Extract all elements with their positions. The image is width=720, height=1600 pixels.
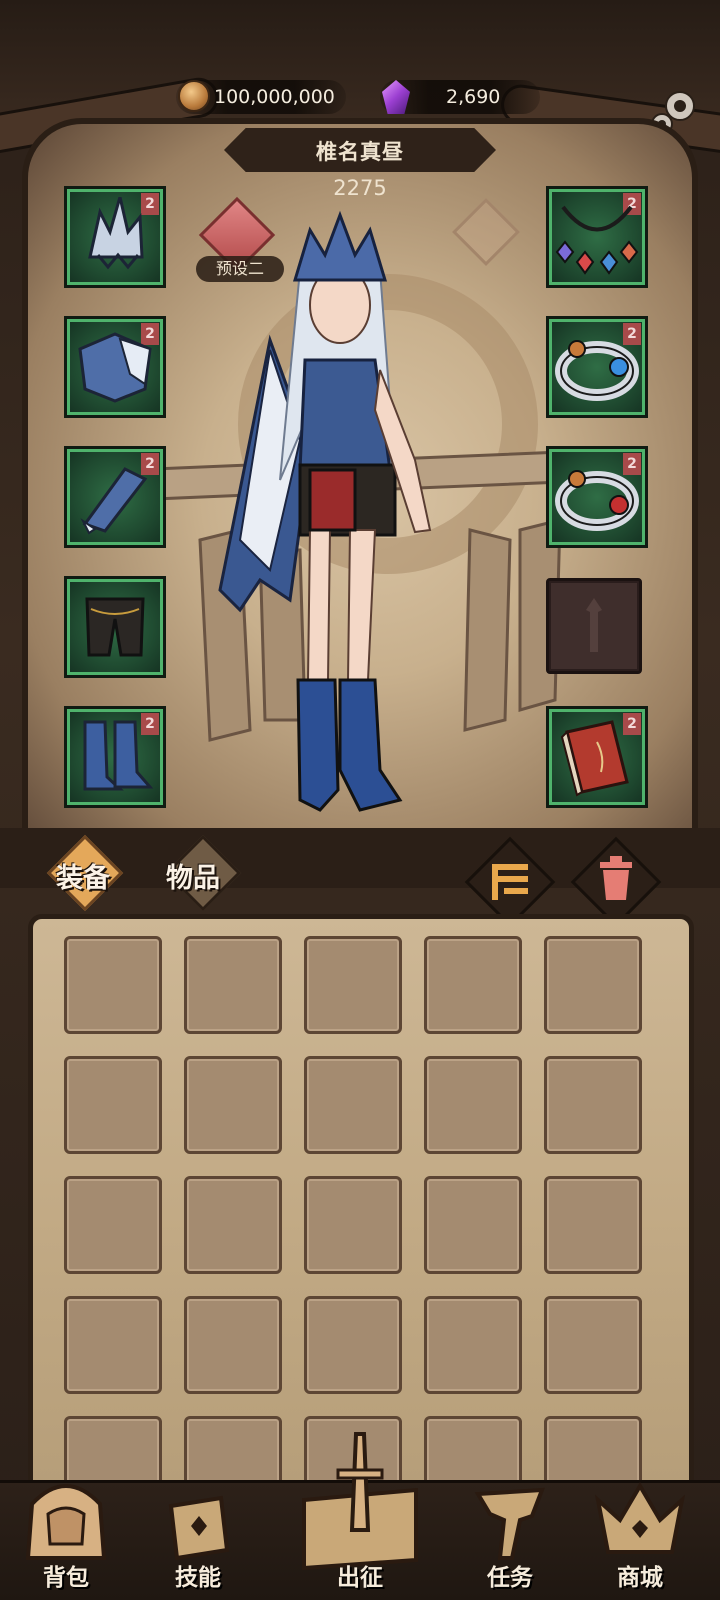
gauntlet-icon bbox=[80, 467, 148, 535]
gem-display[interactable]: 2,690 bbox=[380, 80, 540, 114]
inventory-slot[interactable] bbox=[64, 1296, 162, 1394]
inventory-slot[interactable] bbox=[544, 1296, 642, 1394]
inventory-slot[interactable] bbox=[184, 1296, 282, 1394]
shoulder-armor-icon bbox=[78, 332, 152, 403]
inventory-slot[interactable] bbox=[544, 936, 642, 1034]
skill-book-icon bbox=[168, 1495, 230, 1561]
backpack-icon bbox=[25, 1484, 107, 1560]
spellbook-icon bbox=[560, 720, 629, 797]
purple-gem-icon bbox=[382, 80, 410, 114]
nav-expedition[interactable]: 出征 bbox=[298, 1432, 422, 1600]
boots-icon bbox=[83, 720, 154, 791]
nav-backpack[interactable]: 背包 bbox=[6, 1480, 126, 1600]
inventory-slot[interactable] bbox=[304, 1056, 402, 1154]
nav-quests[interactable]: 任务 bbox=[450, 1480, 570, 1600]
armor-slot[interactable]: 2 bbox=[64, 316, 166, 418]
inventory-slot[interactable] bbox=[544, 1176, 642, 1274]
inventory-slot[interactable] bbox=[304, 936, 402, 1034]
nav-label: 任务 bbox=[487, 1565, 533, 1591]
character-name: 椎名真昼 bbox=[316, 140, 404, 164]
inventory-slot[interactable] bbox=[184, 1056, 282, 1154]
nav-skills[interactable]: 技能 bbox=[138, 1480, 258, 1600]
shop-crown-icon bbox=[594, 1482, 686, 1554]
tab-equipment[interactable]: 装备 bbox=[56, 856, 110, 895]
crown-helmet-icon bbox=[88, 197, 144, 270]
pants-icon bbox=[85, 597, 145, 657]
gem-amount: 2,690 bbox=[446, 86, 501, 108]
inventory-slot[interactable] bbox=[64, 1176, 162, 1274]
book-slot[interactable]: 2 bbox=[546, 706, 648, 808]
boots-slot[interactable]: 2 bbox=[64, 706, 166, 808]
inventory-slot[interactable] bbox=[544, 1056, 642, 1154]
gold-display[interactable]: 100,000,000 bbox=[176, 80, 346, 114]
nav-label: 背包 bbox=[43, 1565, 89, 1591]
ring-slot-2[interactable]: 2 bbox=[546, 446, 648, 548]
inventory-slot[interactable] bbox=[424, 1296, 522, 1394]
necklace-icon bbox=[555, 205, 639, 275]
nav-label: 出征 bbox=[337, 1565, 383, 1591]
inventory-slot[interactable] bbox=[424, 1176, 522, 1274]
inventory-slot[interactable] bbox=[424, 936, 522, 1034]
nav-label: 商城 bbox=[617, 1565, 663, 1591]
map-sword-icon bbox=[302, 1432, 418, 1570]
ring-icon bbox=[555, 340, 639, 401]
inventory-slot[interactable] bbox=[184, 936, 282, 1034]
inventory-slot[interactable] bbox=[64, 936, 162, 1034]
necklace-slot[interactable]: 2 bbox=[546, 186, 648, 288]
gold-coin-icon bbox=[178, 80, 210, 112]
pants-slot[interactable] bbox=[64, 576, 166, 678]
gloves-slot[interactable]: 2 bbox=[64, 446, 166, 548]
game-screen: 100,000,000 2,690 椎名真昼 2275 预设二 2 2 2 2 … bbox=[0, 0, 720, 1600]
inventory-slot[interactable] bbox=[304, 1296, 402, 1394]
helmet-slot[interactable]: 2 bbox=[64, 186, 166, 288]
empty-slot-icon bbox=[586, 598, 602, 652]
empty-equipment-slot[interactable] bbox=[546, 578, 642, 674]
inventory-slot[interactable] bbox=[304, 1176, 402, 1274]
sort-icon bbox=[492, 864, 528, 900]
nav-label: 技能 bbox=[175, 1565, 221, 1591]
inventory-slot[interactable] bbox=[424, 1056, 522, 1154]
inventory-slot[interactable] bbox=[64, 1056, 162, 1154]
ring-icon bbox=[555, 470, 639, 531]
gold-amount: 100,000,000 bbox=[214, 86, 335, 108]
ring-slot-1[interactable]: 2 bbox=[546, 316, 648, 418]
inventory-slot[interactable] bbox=[184, 1176, 282, 1274]
character-figure bbox=[218, 210, 432, 812]
trash-icon bbox=[600, 856, 632, 900]
horn-icon bbox=[474, 1487, 545, 1560]
nav-shop[interactable]: 商城 bbox=[580, 1480, 700, 1600]
tab-items[interactable]: 物品 bbox=[166, 856, 220, 895]
